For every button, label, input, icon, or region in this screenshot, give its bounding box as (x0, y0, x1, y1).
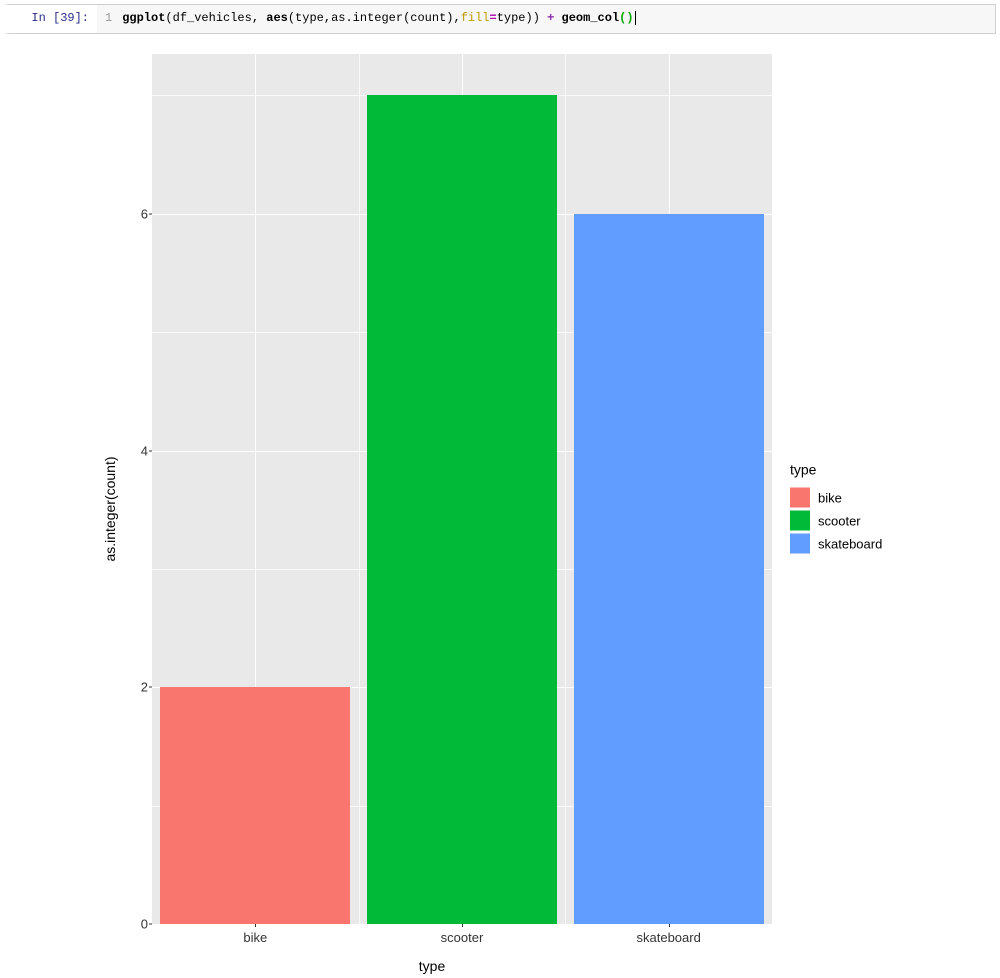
legend-item: skateboard (790, 534, 952, 554)
code-cell[interactable]: In [39]: 1 ggplot(df_vehicles, aes(type,… (4, 4, 996, 34)
y-axis-label: as.integer(count) (102, 456, 118, 561)
legend-label: skateboard (818, 536, 882, 551)
legend-item: scooter (790, 511, 952, 531)
legend-label: scooter (818, 513, 861, 528)
legend: type bike scooter skateboard (782, 462, 952, 557)
cell-output: as.integer(count) type bike scooter skateb… (4, 44, 996, 974)
legend-swatch (790, 488, 810, 508)
bar-scooter (367, 95, 557, 924)
legend-swatch (790, 511, 810, 531)
x-tick: skateboard (636, 930, 700, 945)
code-text[interactable]: ggplot(df_vehicles, aes(type,as.integer(… (122, 5, 641, 33)
legend-item: bike (790, 488, 952, 508)
y-tick: 0 (141, 917, 148, 932)
x-tick: scooter (441, 930, 484, 945)
y-tick: 2 (141, 680, 148, 695)
plot-panel (152, 54, 772, 924)
ggplot-chart: as.integer(count) type bike scooter skateb… (92, 44, 952, 974)
bar-bike (160, 687, 350, 924)
legend-title: type (790, 462, 952, 478)
line-number: 1 (97, 5, 122, 33)
x-axis-label: type (92, 958, 772, 974)
bar-skateboard (574, 214, 764, 924)
code-input[interactable]: 1 ggplot(df_vehicles, aes(type,as.intege… (97, 5, 995, 33)
y-tick: 6 (141, 206, 148, 221)
cell-prompt: In [39]: (9, 5, 97, 33)
y-tick: 4 (141, 443, 148, 458)
x-tick: bike (243, 930, 267, 945)
notebook: In [39]: 1 ggplot(df_vehicles, aes(type,… (0, 0, 1000, 978)
legend-swatch (790, 534, 810, 554)
legend-label: bike (818, 490, 842, 505)
